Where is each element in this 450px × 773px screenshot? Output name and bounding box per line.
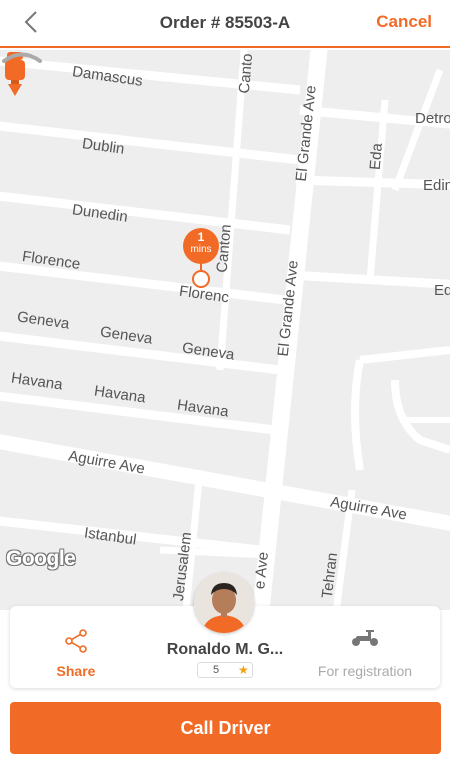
registration-info: For registration (310, 628, 420, 679)
scooter-icon (352, 630, 378, 646)
call-driver-button[interactable]: Call Driver (10, 702, 441, 754)
registration-label: For registration (317, 663, 413, 679)
eta-value: 1 (197, 230, 205, 244)
google-logo: Google (6, 547, 76, 570)
street-label-ed: Ed (434, 282, 450, 299)
street-label-edin: Edin (423, 177, 450, 194)
star-icon: ★ (238, 663, 249, 677)
street-label-eda: Eda (366, 142, 386, 171)
driver-name: Ronaldo M. G... (166, 641, 284, 658)
driver-avatar[interactable] (194, 573, 254, 633)
driver-rating: 5 ★ (197, 662, 253, 678)
pickup-location-marker (192, 270, 210, 288)
street-label-canton: Canto (235, 52, 257, 95)
eta-badge: 1 mins (183, 228, 219, 264)
rating-value: 5 (213, 664, 220, 676)
top-bar: Order # 85503-A Cancel (0, 0, 450, 48)
drag-handle-icon[interactable] (0, 50, 44, 64)
cancel-button[interactable]: Cancel (376, 12, 432, 32)
map-view[interactable]: Damascus Dublin Dunedin Florence Florenc… (0, 50, 450, 610)
share-label: Share (56, 663, 96, 679)
share-button[interactable]: Share (48, 628, 104, 679)
driver-photo (194, 573, 254, 633)
eta-unit: mins (190, 244, 212, 255)
street-label-detro: Detro (415, 110, 450, 127)
share-icon (65, 629, 87, 653)
